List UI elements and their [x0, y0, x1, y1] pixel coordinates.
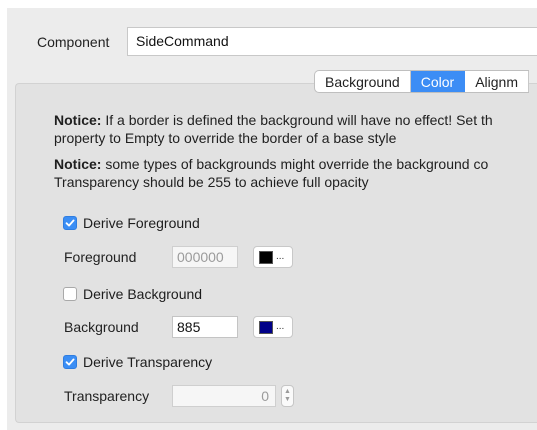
derive-foreground-checkbox[interactable] — [63, 216, 77, 230]
foreground-field[interactable]: 000000 — [172, 246, 238, 268]
background-color-button[interactable]: ... — [253, 316, 293, 338]
derive-background-label: Derive Background — [83, 286, 203, 302]
chevron-down-icon[interactable]: ▼ — [284, 396, 291, 404]
foreground-color-button[interactable]: ... — [253, 246, 293, 268]
chevron-up-icon[interactable]: ▲ — [284, 388, 291, 396]
component-label: Component — [37, 34, 110, 50]
notice-transparency: Notice: some types of backgrounds might … — [54, 155, 537, 191]
background-swatch — [259, 320, 273, 334]
derive-foreground-row[interactable]: Derive Foreground — [63, 215, 200, 231]
notice-bold: Notice: — [54, 112, 102, 128]
notice-text: property to Empty to override the border… — [54, 130, 397, 146]
derive-background-checkbox[interactable] — [63, 287, 77, 301]
component-field[interactable]: SideCommand — [127, 27, 537, 56]
notice-border: Notice: If a border is defined the backg… — [54, 111, 537, 147]
notice-text: some types of backgrounds might override… — [101, 156, 489, 172]
derive-background-row[interactable]: Derive Background — [63, 286, 202, 302]
transparency-label: Transparency — [64, 388, 150, 404]
ellipsis-icon: ... — [276, 321, 285, 332]
derive-foreground-label: Derive Foreground — [83, 215, 200, 231]
checkmark-icon — [65, 219, 75, 227]
foreground-label: Foreground — [64, 249, 137, 265]
transparency-field[interactable]: 0 — [172, 385, 276, 407]
background-field[interactable]: 885 — [172, 316, 238, 338]
notice-bold: Notice: — [54, 156, 102, 172]
ellipsis-icon: ... — [276, 251, 285, 262]
tab-bar: Background Color Alignm — [314, 70, 529, 93]
derive-transparency-row[interactable]: Derive Transparency — [63, 354, 212, 370]
notice-text: Transparency should be 255 to achieve fu… — [54, 174, 369, 190]
background-label: Background — [64, 319, 139, 335]
derive-transparency-checkbox[interactable] — [63, 355, 77, 369]
tab-color[interactable]: Color — [410, 71, 466, 92]
tab-alignment[interactable]: Alignm — [465, 71, 529, 92]
tab-background[interactable]: Background — [315, 71, 411, 92]
checkmark-icon — [65, 358, 75, 366]
transparency-stepper[interactable]: ▲ ▼ — [281, 385, 294, 407]
foreground-swatch — [259, 250, 273, 264]
derive-transparency-label: Derive Transparency — [83, 354, 213, 370]
notice-text: If a border is defined the background wi… — [101, 112, 493, 128]
